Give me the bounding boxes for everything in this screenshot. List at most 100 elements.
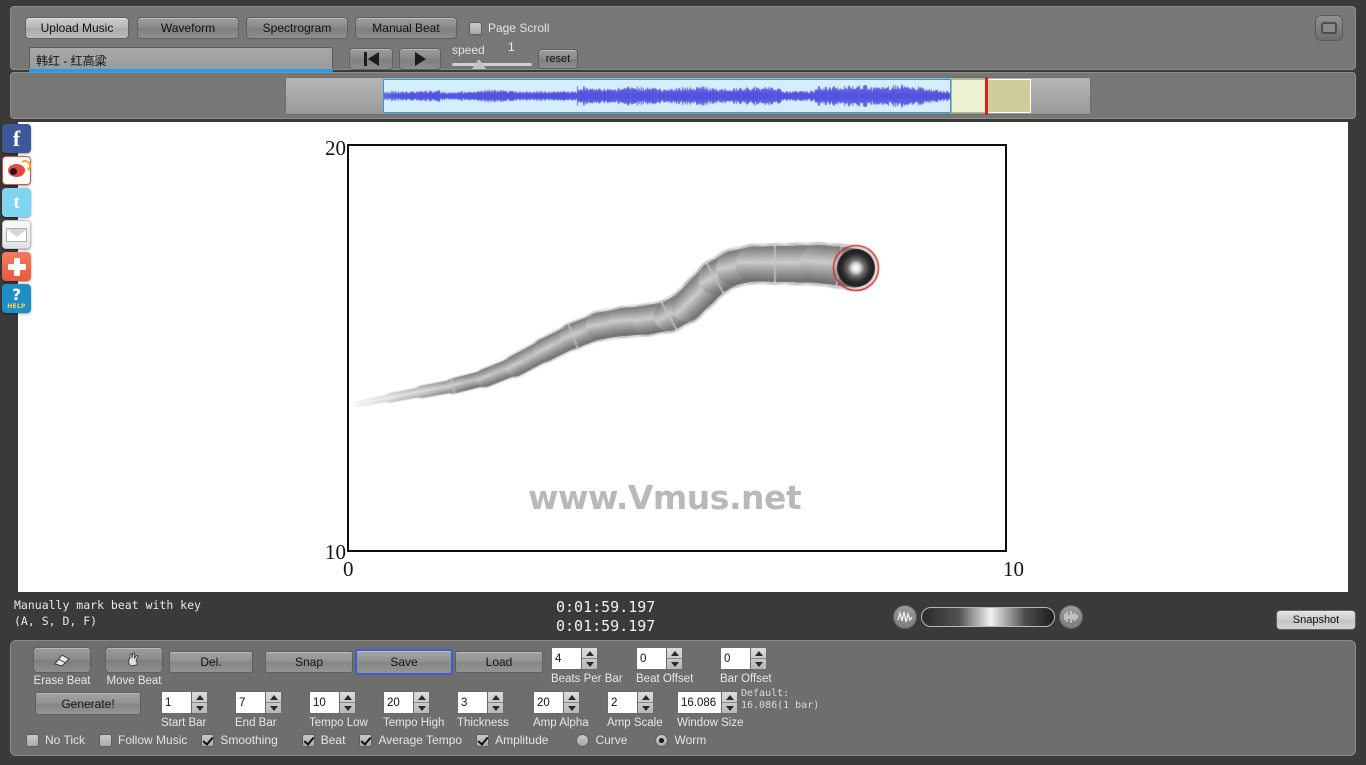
beat-checkbox[interactable] xyxy=(301,733,315,747)
amp-alpha-arrows[interactable] xyxy=(563,691,580,714)
thickness-arrows[interactable] xyxy=(487,691,504,714)
follow-music-checkbox[interactable] xyxy=(99,733,113,747)
amp-scale-down[interactable] xyxy=(638,703,653,713)
amp-scale-arrows[interactable] xyxy=(637,691,654,714)
beat-offset-input[interactable]: 0 xyxy=(636,647,666,670)
window-size-down[interactable] xyxy=(722,703,737,713)
curve-radio[interactable] xyxy=(576,733,590,747)
upload-music-button[interactable]: Upload Music xyxy=(25,17,129,39)
end-bar-up[interactable] xyxy=(266,692,281,703)
end-bar-input[interactable]: 7 xyxy=(235,691,265,714)
waveform-track[interactable] xyxy=(285,77,1091,115)
load-button[interactable]: Load xyxy=(455,651,543,673)
tempo-low-input[interactable]: 10 xyxy=(309,691,339,714)
amplitude-checkbox-wrap[interactable]: Amplitude xyxy=(476,733,548,747)
average-tempo-checkbox[interactable] xyxy=(359,733,373,747)
play-button[interactable] xyxy=(399,48,441,70)
amplitude-slider[interactable] xyxy=(921,607,1055,627)
no-tick-checkbox-wrap[interactable]: No Tick xyxy=(26,733,85,747)
erase-beat-button[interactable] xyxy=(33,647,91,673)
tempo-low-up[interactable] xyxy=(340,692,355,703)
tempo-low-spinner[interactable]: 10 Tempo Low xyxy=(309,691,368,729)
window-size-up[interactable] xyxy=(722,692,737,703)
amp-scale-input[interactable]: 2 xyxy=(607,691,637,714)
rewind-button[interactable] xyxy=(349,48,393,70)
tempo-low-arrows[interactable] xyxy=(339,691,356,714)
share-plus-icon[interactable] xyxy=(2,252,31,281)
help-icon[interactable]: ? HELP xyxy=(2,284,31,313)
end-bar-spinner[interactable]: 7 End Bar xyxy=(235,691,282,729)
beat-offset-spinner[interactable]: 0 Beat Offset xyxy=(636,647,693,685)
waveform-low-icon[interactable] xyxy=(893,605,917,629)
start-bar-down[interactable] xyxy=(192,703,207,713)
snapshot-button[interactable]: Snapshot xyxy=(1276,610,1356,630)
amp-alpha-up[interactable] xyxy=(564,692,579,703)
snap-button[interactable]: Snap xyxy=(265,651,353,673)
tempo-high-spinner[interactable]: 20 Tempo High xyxy=(383,691,444,729)
beats-per-bar-up[interactable] xyxy=(582,648,597,659)
beats-per-bar-arrows[interactable] xyxy=(581,647,598,670)
generate-button[interactable]: Generate! xyxy=(35,692,141,715)
track-title-field[interactable]: 韩红 - 红高粱 xyxy=(29,47,333,71)
beats-per-bar-input[interactable]: 4 xyxy=(551,647,581,670)
start-bar-input[interactable]: 1 xyxy=(161,691,191,714)
bar-offset-down[interactable] xyxy=(751,659,766,669)
tempo-high-down[interactable] xyxy=(414,703,429,713)
end-bar-down[interactable] xyxy=(266,703,281,713)
amp-alpha-down[interactable] xyxy=(564,703,579,713)
facebook-icon[interactable]: f xyxy=(2,124,31,153)
tempo-low-down[interactable] xyxy=(340,703,355,713)
beat-offset-down[interactable] xyxy=(667,659,682,669)
waveform-after-region[interactable] xyxy=(986,79,1031,113)
amp-scale-up[interactable] xyxy=(638,692,653,703)
bar-offset-up[interactable] xyxy=(751,648,766,659)
beats-per-bar-down[interactable] xyxy=(582,659,597,669)
start-bar-spinner[interactable]: 1 Start Bar xyxy=(161,691,208,729)
start-bar-up[interactable] xyxy=(192,692,207,703)
window-size-spinner[interactable]: 16.086 Window Size xyxy=(677,691,743,729)
no-tick-checkbox[interactable] xyxy=(26,733,39,747)
move-beat-button[interactable] xyxy=(105,647,163,673)
waveform-selection-region[interactable] xyxy=(383,79,951,113)
weibo-icon[interactable] xyxy=(2,156,31,185)
average-tempo-checkbox-wrap[interactable]: Average Tempo xyxy=(359,733,462,747)
smoothing-checkbox[interactable] xyxy=(201,733,215,747)
speed-slider-track[interactable] xyxy=(452,63,532,66)
thickness-down[interactable] xyxy=(488,703,503,713)
bar-offset-input[interactable]: 0 xyxy=(720,647,750,670)
amp-alpha-spinner[interactable]: 20 Amp Alpha xyxy=(533,691,589,729)
email-icon[interactable] xyxy=(2,220,31,249)
worm-radio-wrap[interactable]: Worm xyxy=(655,733,706,747)
bar-offset-arrows[interactable] xyxy=(750,647,767,670)
beats-per-bar-spinner[interactable]: 4 Beats Per Bar xyxy=(551,647,623,685)
erase-beat-tool[interactable]: Erase Beat xyxy=(27,647,97,687)
amp-alpha-input[interactable]: 20 xyxy=(533,691,563,714)
follow-music-checkbox-wrap[interactable]: Follow Music xyxy=(99,733,187,747)
beat-checkbox-wrap[interactable]: Beat xyxy=(301,733,345,747)
speed-slider-thumb[interactable] xyxy=(472,59,486,69)
window-size-arrows[interactable] xyxy=(721,691,738,714)
curve-radio-wrap[interactable]: Curve xyxy=(576,733,627,747)
move-beat-tool[interactable]: Move Beat xyxy=(99,647,169,687)
thickness-spinner[interactable]: 3 Thickness xyxy=(457,691,509,729)
save-button[interactable]: Save xyxy=(355,649,453,675)
tempo-high-arrows[interactable] xyxy=(413,691,430,714)
del-button[interactable]: Del. xyxy=(169,651,253,673)
amplitude-checkbox[interactable] xyxy=(476,733,490,747)
beat-offset-up[interactable] xyxy=(667,648,682,659)
bar-offset-spinner[interactable]: 0 Bar Offset xyxy=(720,647,772,685)
plot-area[interactable] xyxy=(347,144,1007,552)
spectrogram-button[interactable]: Spectrogram xyxy=(246,17,348,39)
page-scroll-checkbox-wrap[interactable]: Page Scroll xyxy=(469,21,549,35)
manual-beat-button[interactable]: Manual Beat xyxy=(355,17,457,39)
amp-scale-spinner[interactable]: 2 Amp Scale xyxy=(607,691,663,729)
beat-offset-arrows[interactable] xyxy=(666,647,683,670)
tempo-high-up[interactable] xyxy=(414,692,429,703)
start-bar-arrows[interactable] xyxy=(191,691,208,714)
thickness-input[interactable]: 3 xyxy=(457,691,487,714)
page-scroll-checkbox[interactable] xyxy=(469,21,482,35)
thickness-up[interactable] xyxy=(488,692,503,703)
end-bar-arrows[interactable] xyxy=(265,691,282,714)
waveform-playhead[interactable] xyxy=(985,77,988,115)
waveform-high-icon[interactable] xyxy=(1059,605,1083,629)
